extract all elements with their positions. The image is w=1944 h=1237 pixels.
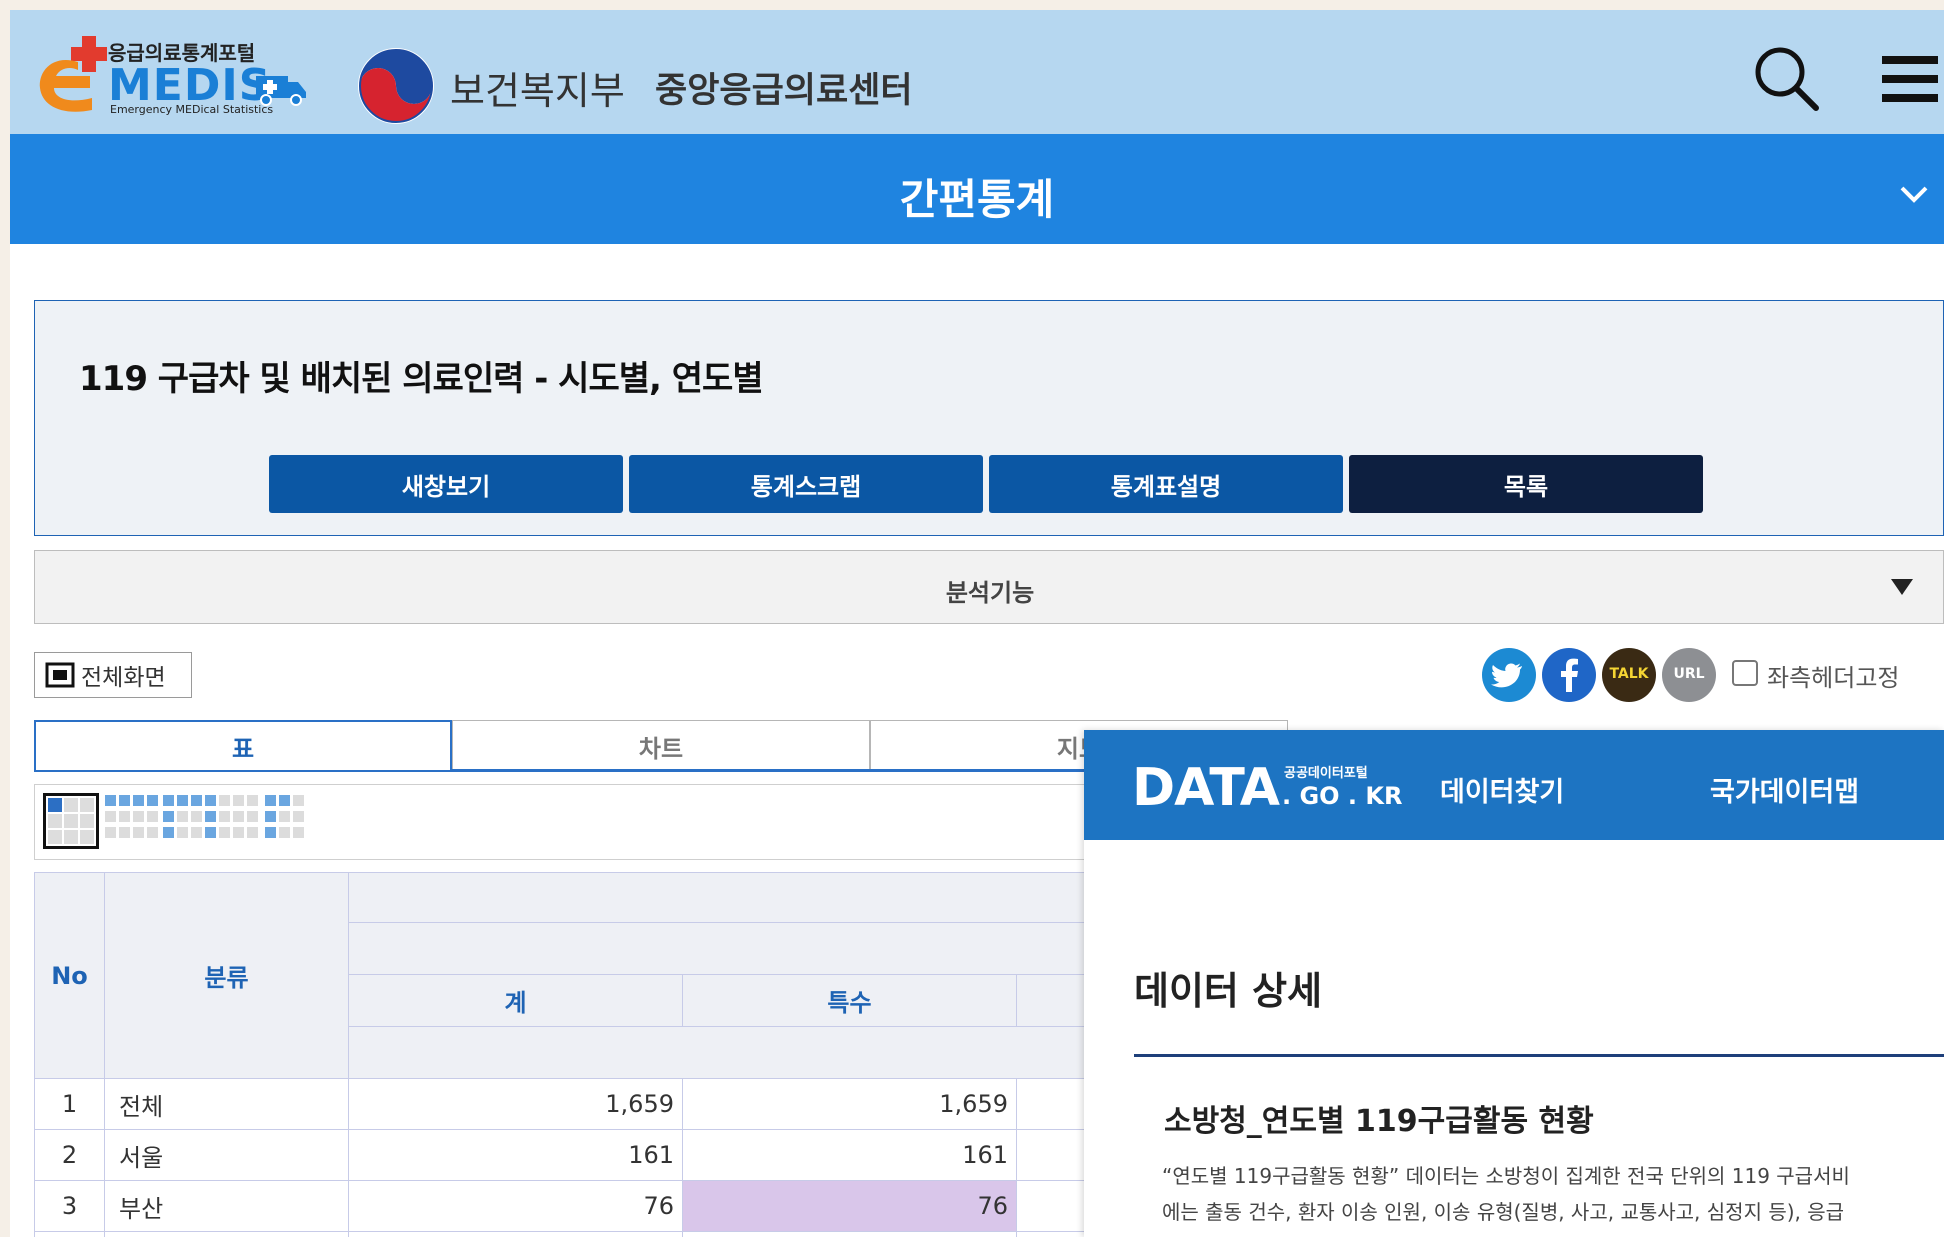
description-line: 에는 출동 건수, 환자 이송 인원, 이송 유형(질병, 사고, 교통사고, … bbox=[1162, 1200, 1845, 1224]
fullscreen-label: 전체화면 bbox=[81, 665, 166, 691]
cell-total[interactable]: 1,659 bbox=[348, 1078, 683, 1130]
list-button[interactable]: 목록 bbox=[1349, 455, 1703, 513]
fullscreen-icon bbox=[45, 662, 75, 688]
fullscreen-button[interactable]: 전체화면 bbox=[34, 652, 192, 698]
nav-national-data-map[interactable]: 국가데이터맵 bbox=[1710, 770, 1859, 809]
url-copy-icon[interactable]: URL bbox=[1662, 648, 1716, 702]
row-category: 전체 bbox=[104, 1078, 349, 1130]
chevron-down-icon[interactable] bbox=[1898, 182, 1930, 206]
dataset-description: “연도별 119구급활동 현황” 데이터는 소방청이 집계한 전국 단위의 11… bbox=[1162, 1158, 1944, 1230]
cell-special[interactable]: 1,659 bbox=[682, 1078, 1017, 1130]
row-no bbox=[34, 1231, 105, 1237]
top-header: 응급의료통계포털 MEDIS Emergency MEDical Statist… bbox=[10, 10, 1944, 134]
table-description-button[interactable]: 통계표설명 bbox=[989, 455, 1343, 513]
talk-label: TALK bbox=[1609, 666, 1649, 682]
row-no: 3 bbox=[34, 1180, 105, 1232]
new-window-button[interactable]: 새창보기 bbox=[269, 455, 623, 513]
ministry-name[interactable]: 보건복지부 bbox=[450, 60, 625, 115]
datagokr-window: DATA 공공데이터포털 . GO . KR 데이터찾기 국가데이터맵 데이터 … bbox=[1084, 730, 1944, 1237]
header-category[interactable]: 분류 bbox=[104, 872, 349, 1079]
cell-total[interactable]: 76 bbox=[348, 1180, 683, 1232]
twitter-share-icon[interactable] bbox=[1482, 648, 1536, 702]
analysis-label: 분석기능 bbox=[945, 579, 1035, 607]
kakaotalk-share-icon[interactable]: TALK bbox=[1602, 648, 1656, 702]
nav-find-data[interactable]: 데이터찾기 bbox=[1440, 770, 1564, 809]
cell-special[interactable] bbox=[682, 1231, 1017, 1237]
center-name[interactable]: 중앙응급의료센터 bbox=[655, 62, 913, 113]
detail-divider bbox=[1134, 1054, 1944, 1057]
cell-special[interactable]: 161 bbox=[682, 1129, 1017, 1181]
fix-header-label: 좌측헤더고정 bbox=[1767, 664, 1900, 692]
triangle-down-icon bbox=[1891, 579, 1913, 595]
statistic-title: 119 구급차 및 배치된 의료인력 - 시도별, 연도별 bbox=[79, 359, 764, 399]
datagokr-logo-caption: 공공데이터포털 bbox=[1284, 766, 1368, 781]
header-no[interactable]: No bbox=[34, 872, 105, 1079]
layout-option-selected[interactable] bbox=[43, 793, 99, 849]
search-icon[interactable] bbox=[1750, 42, 1822, 114]
description-line: “연도별 119구급활동 현황” 데이터는 소방청이 집계한 전국 단위의 11… bbox=[1162, 1164, 1850, 1188]
dataset-title: 소방청_연도별 119구급활동 현황 bbox=[1164, 1104, 1594, 1139]
tab-chart[interactable]: 차트 bbox=[452, 720, 870, 772]
medis-tagline: Emergency MEDical Statistics bbox=[110, 103, 274, 116]
header-total[interactable]: 계 bbox=[348, 974, 683, 1027]
header-special[interactable]: 특수 bbox=[682, 974, 1017, 1027]
stat-scrap-button[interactable]: 통계스크랩 bbox=[629, 455, 983, 513]
ambulance-icon bbox=[256, 76, 306, 106]
detail-title: 데이터 상세 bbox=[1134, 969, 1323, 1013]
twitter-bird-icon bbox=[1491, 663, 1522, 688]
statistic-info-box: 119 구급차 및 배치된 의료인력 - 시도별, 연도별 새창보기 통계스크랩… bbox=[34, 300, 1944, 536]
facebook-f-icon bbox=[1561, 658, 1578, 692]
analysis-toggle[interactable]: 분석기능 bbox=[34, 550, 1944, 624]
row-no: 1 bbox=[34, 1078, 105, 1130]
datagokr-logo[interactable]: DATA bbox=[1132, 758, 1280, 818]
row-no: 2 bbox=[34, 1129, 105, 1181]
medis-e-logo-icon[interactable] bbox=[32, 32, 118, 118]
datagokr-header: DATA 공공데이터포털 . GO . KR 데이터찾기 국가데이터맵 bbox=[1084, 730, 1944, 840]
datagokr-logo-domain: . GO . KR bbox=[1282, 782, 1403, 810]
facebook-share-icon[interactable] bbox=[1542, 648, 1596, 702]
url-label: URL bbox=[1673, 666, 1705, 682]
cell-total[interactable] bbox=[348, 1231, 683, 1237]
cell-total[interactable]: 161 bbox=[348, 1129, 683, 1181]
page-title-bar: 간편통계 bbox=[10, 134, 1944, 244]
tab-table[interactable]: 표 bbox=[34, 720, 452, 772]
fix-header-checkbox[interactable] bbox=[1732, 660, 1758, 686]
ministry-emblem-icon[interactable] bbox=[350, 40, 442, 132]
layout-options-icon[interactable] bbox=[105, 795, 345, 851]
row-category bbox=[104, 1231, 349, 1237]
grid-layout-icon bbox=[48, 798, 94, 844]
row-category: 부산 bbox=[104, 1180, 349, 1232]
cell-special-highlighted[interactable]: 76 bbox=[682, 1180, 1017, 1232]
page-title: 간편통계 bbox=[899, 175, 1055, 224]
hamburger-menu-icon[interactable] bbox=[1880, 52, 1940, 106]
row-category: 서울 bbox=[104, 1129, 349, 1181]
